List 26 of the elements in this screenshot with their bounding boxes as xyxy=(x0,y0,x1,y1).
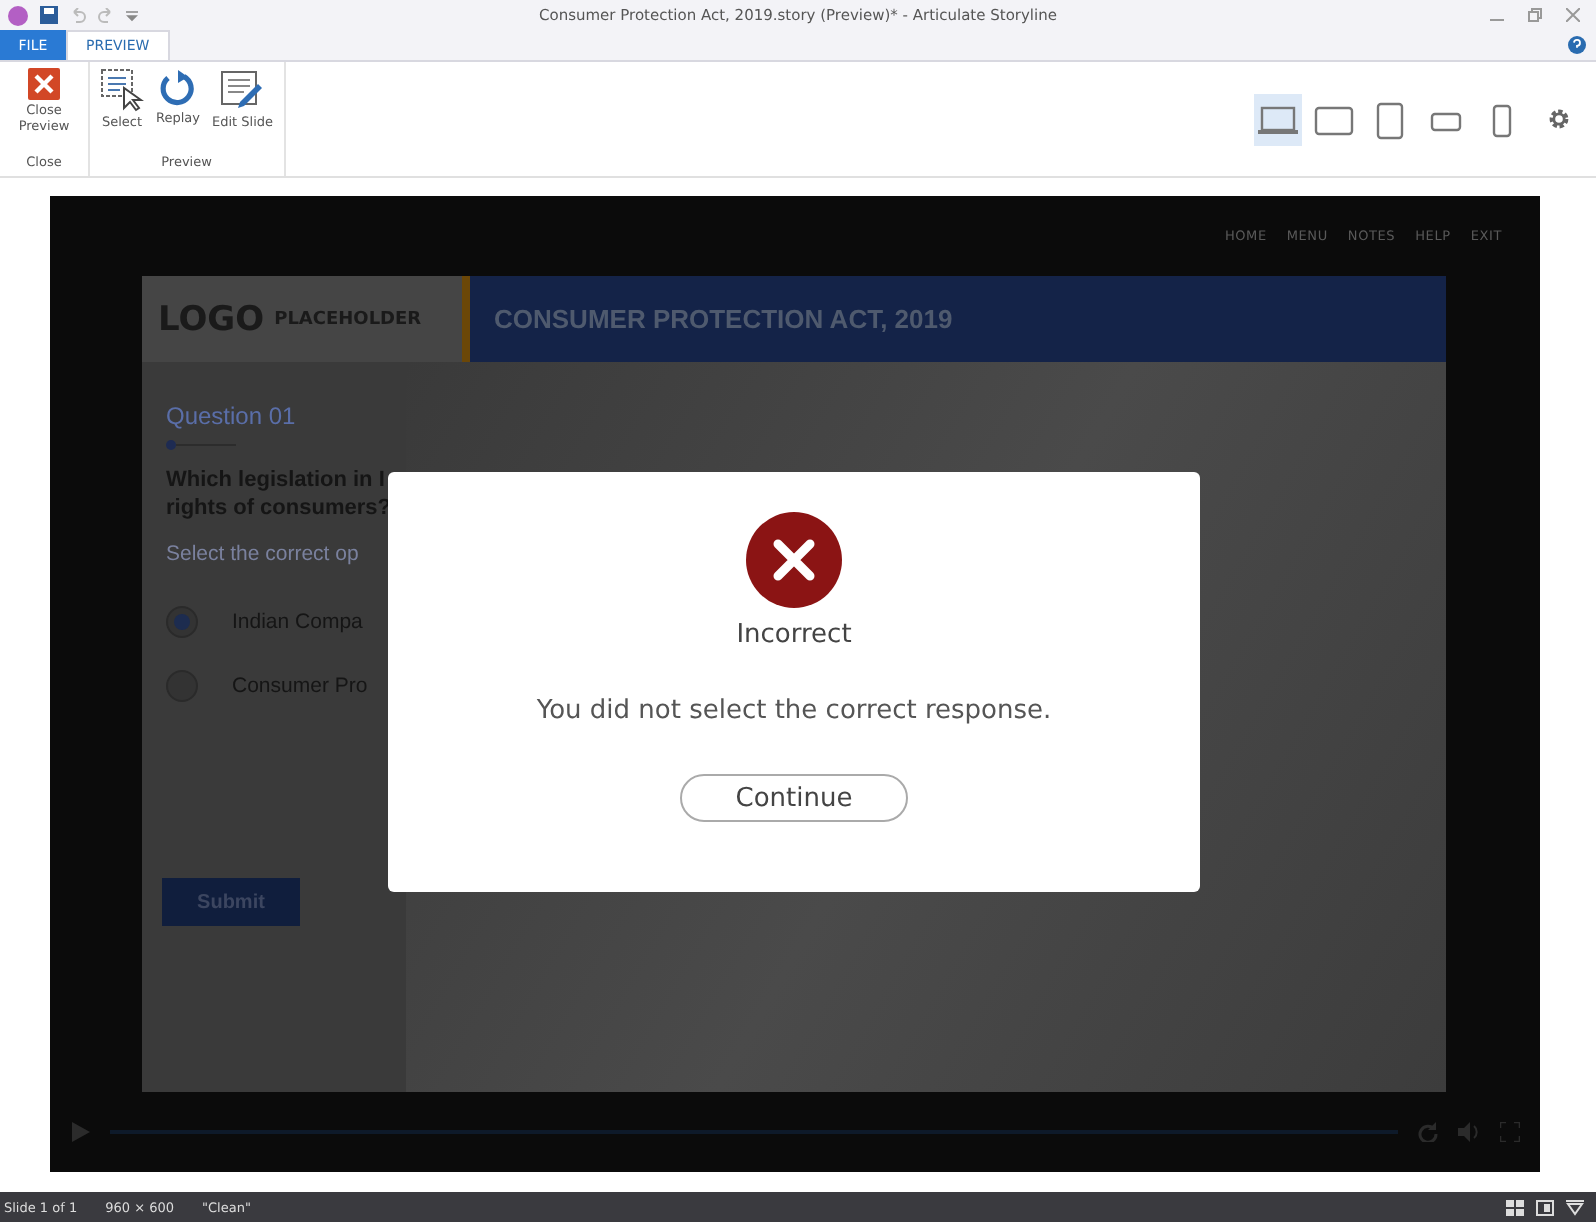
preview-view-icon[interactable] xyxy=(1566,1200,1584,1216)
error-icon xyxy=(746,512,842,608)
selection-cursor-icon xyxy=(100,68,144,112)
undo-icon[interactable] xyxy=(70,7,86,23)
redo-icon[interactable] xyxy=(98,7,114,23)
continue-button[interactable]: Continue xyxy=(680,774,908,822)
customize-caret-icon[interactable] xyxy=(126,9,138,21)
slide-title: CONSUMER PROTECTION ACT, 2019 xyxy=(494,304,953,334)
radio-button[interactable] xyxy=(166,606,198,638)
save-icon[interactable] xyxy=(40,6,58,24)
replay-icon xyxy=(158,68,198,108)
help-icon[interactable] xyxy=(1568,36,1586,54)
app-logo-icon xyxy=(8,5,28,25)
grid-view-icon[interactable] xyxy=(1506,1200,1524,1216)
restore-icon[interactable] xyxy=(1528,8,1542,22)
progress-indicator xyxy=(166,440,236,450)
edit-slide-icon xyxy=(220,68,265,112)
question-label: Question 01 xyxy=(166,402,298,430)
dialog-message: You did not select the correct response. xyxy=(536,696,1052,726)
settings-icon[interactable] xyxy=(1546,106,1572,132)
instruction-text: Select the correct op xyxy=(166,542,361,566)
close-icon xyxy=(28,68,60,100)
normal-view-icon[interactable] xyxy=(1536,1200,1554,1216)
close-icon[interactable] xyxy=(1566,8,1580,22)
dialog-title: Incorrect xyxy=(736,620,852,650)
device-button[interactable] xyxy=(1254,93,1302,145)
